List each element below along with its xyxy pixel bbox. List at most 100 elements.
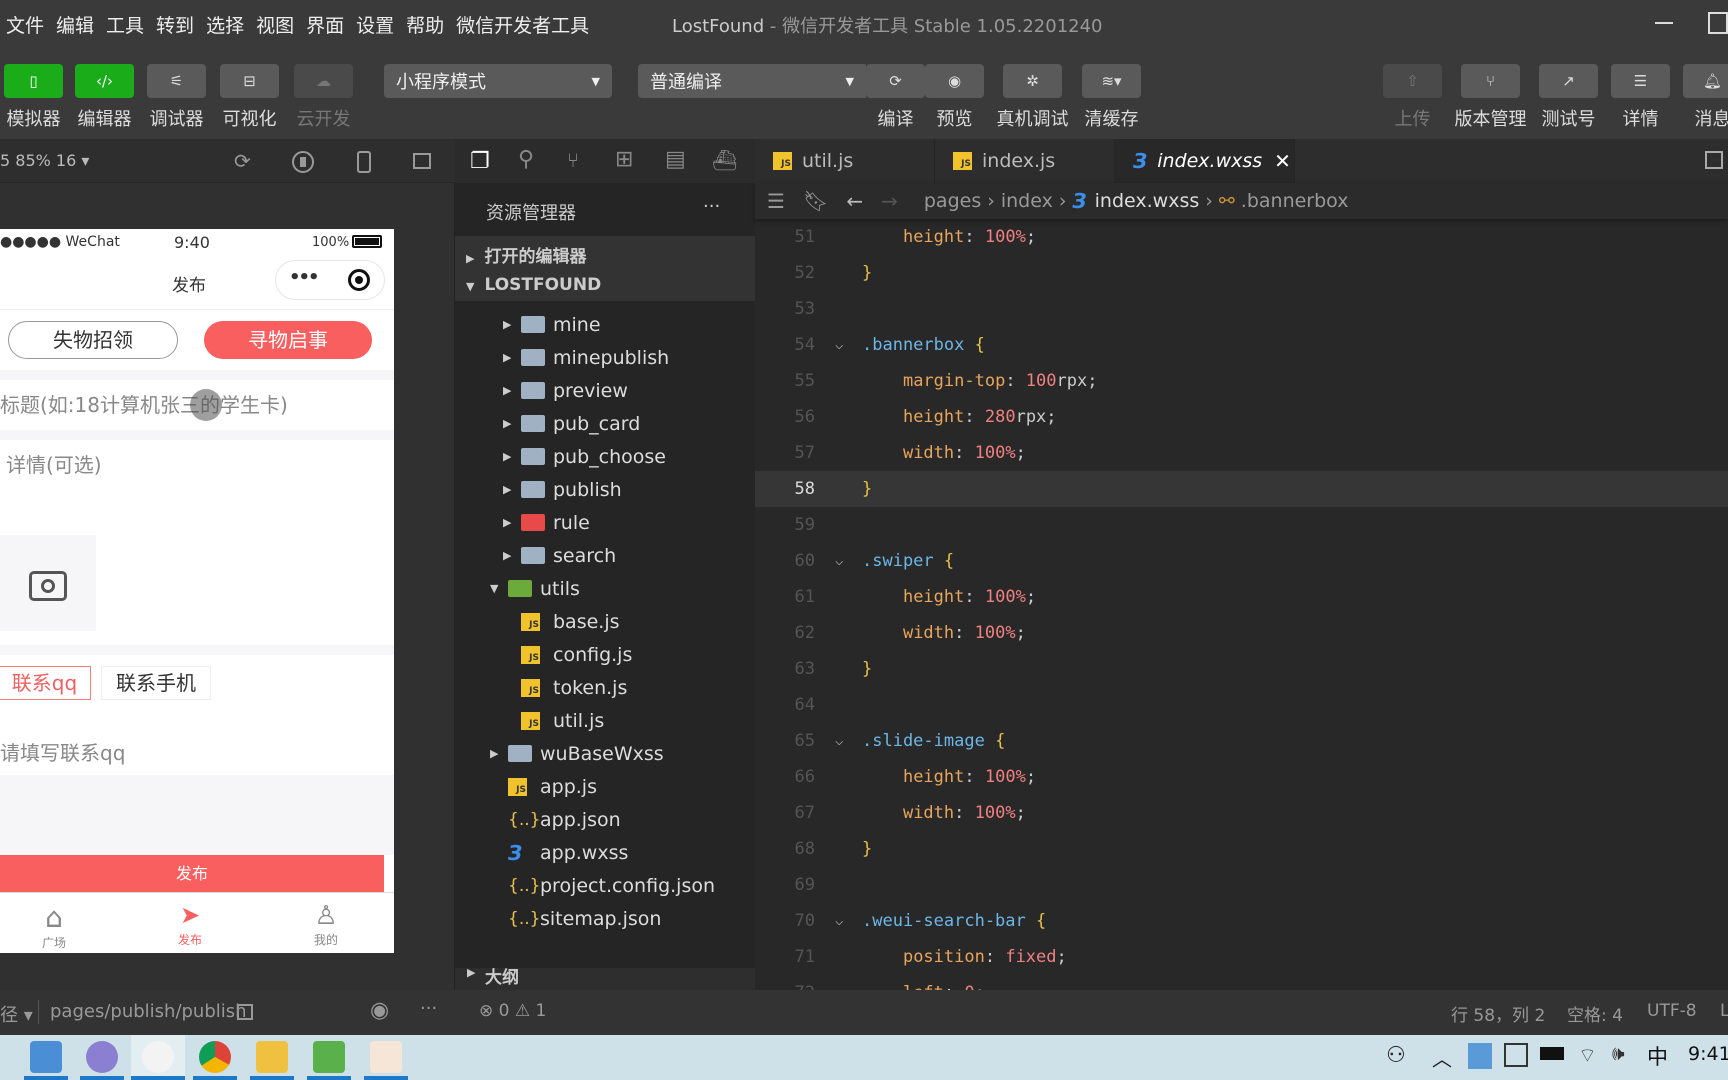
remote-desktop-icon[interactable] (30, 1041, 62, 1073)
code-line[interactable]: 65 ⌵ .slide-image { (755, 723, 1728, 759)
code-line[interactable]: 70 ⌵ .weui-search-bar { (755, 903, 1728, 939)
code-line[interactable]: 55 margin-top: 100rpx; (755, 363, 1728, 399)
menu-item[interactable]: 选择 (200, 11, 250, 38)
tree-item[interactable]: ▶ minepublish (455, 341, 755, 374)
tab-lost-items[interactable]: 失物招领 (8, 321, 178, 359)
tabbar-square[interactable]: ⌂ 广场 (34, 901, 74, 951)
branch-button[interactable]: ⑂ (1461, 64, 1520, 98)
input-method[interactable]: 中 (1647, 1041, 1668, 1071)
minimize-button[interactable] (1655, 22, 1673, 24)
copy-icon[interactable] (237, 1004, 253, 1020)
close-miniprogram-icon[interactable] (348, 269, 370, 291)
search-icon[interactable]: ⚲ (518, 147, 534, 172)
tab-seeking-items[interactable]: 寻物启事 (204, 321, 372, 359)
code-line[interactable]: 62 width: 100%; (755, 615, 1728, 651)
menu-item[interactable]: 帮助 (400, 11, 450, 38)
fold-chevron-icon[interactable]: ⌵ (835, 913, 843, 929)
code-line[interactable]: 56 height: 280rpx; (755, 399, 1728, 435)
layers-button[interactable]: ≋▾ (1082, 64, 1141, 98)
code-line[interactable]: 68} (755, 831, 1728, 867)
tree-item[interactable]: JS util.js (455, 704, 755, 737)
project-section[interactable]: ▼ LOSTFOUND (466, 275, 601, 295)
tree-item[interactable]: ▶ wuBaseWxss (455, 737, 755, 770)
bell-button[interactable]: 🔔︎ (1683, 64, 1728, 98)
code-line[interactable]: 59 (755, 507, 1728, 543)
encoding[interactable]: UTF-8 (1647, 1001, 1697, 1021)
breadcrumb-item[interactable]: .bannerbox (1241, 190, 1349, 212)
breadcrumb-item[interactable]: pages (924, 190, 981, 212)
fold-chevron-icon[interactable]: ⌵ (835, 337, 843, 353)
bug-button[interactable]: ✲ (1003, 64, 1062, 98)
tree-item[interactable]: JS app.js (455, 770, 755, 803)
indentation[interactable]: 空格: 4 (1567, 1001, 1623, 1026)
mode-select[interactable]: 小程序模式 ▼ (384, 64, 612, 98)
tree-item[interactable]: ▶ preview (455, 374, 755, 407)
code-line[interactable]: 63} (755, 651, 1728, 687)
tree-item[interactable]: ▶ search (455, 539, 755, 572)
record-icon[interactable] (292, 151, 314, 173)
tabbar-publish[interactable]: ➤ 发布 (170, 901, 210, 948)
clock[interactable]: 9:41 (1688, 1043, 1728, 1065)
code-line[interactable]: 66 height: 100%; (755, 759, 1728, 795)
dolphin-app-icon[interactable] (86, 1041, 118, 1073)
fold-chevron-icon[interactable]: ⌵ (835, 733, 843, 749)
menu-item[interactable]: 工具 (100, 11, 150, 38)
tree-item[interactable]: ▶ publish (455, 473, 755, 506)
external-button[interactable]: ↗ (1539, 64, 1598, 98)
compile-select[interactable]: 普通编译 ▼ (638, 64, 866, 98)
contact-phone-tab[interactable]: 联系手机 (101, 666, 211, 700)
menu-button[interactable]: ☰ (1611, 64, 1670, 98)
rotate-icon[interactable]: ⟳ (234, 149, 251, 173)
code-line[interactable]: 61 height: 100%; (755, 579, 1728, 615)
code-line[interactable]: 54 ⌵ .bannerbox { (755, 327, 1728, 363)
tab-index-wxss[interactable]: Зindex.wxss ✕ (1115, 139, 1295, 183)
more-actions-button[interactable]: ··· (703, 196, 720, 217)
code-line[interactable]: 52} (755, 255, 1728, 291)
tabbar-mine[interactable]: ♙ 我的 (306, 901, 346, 948)
tree-item[interactable]: ▶ pub_choose (455, 440, 755, 473)
cursor-position[interactable]: 行 58，列 2 (1451, 1001, 1545, 1026)
device-icon[interactable] (357, 151, 371, 173)
eye-icon[interactable]: ◉ (370, 998, 389, 1023)
tree-item[interactable]: JS base.js (455, 605, 755, 638)
tree-item[interactable]: ▶ mine (455, 308, 755, 341)
tree-item[interactable]: ▶ rule (455, 506, 755, 539)
wifi-icon[interactable]: ⌔ (1578, 1043, 1597, 1068)
battery-icon[interactable] (1540, 1047, 1564, 1060)
layout-button[interactable]: ⊟ (220, 64, 279, 98)
menu-item[interactable]: 视图 (250, 11, 300, 38)
split-editor-icon[interactable] (1705, 151, 1723, 169)
recorder-icon[interactable] (370, 1041, 402, 1073)
people-icon[interactable]: ⚇ (1386, 1043, 1406, 1068)
maximize-button[interactable] (1708, 12, 1728, 34)
forward-icon[interactable]: → (881, 189, 898, 213)
phone-button[interactable]: ▯ (4, 64, 63, 98)
menu-item[interactable]: 微信开发者工具 (450, 11, 595, 38)
menu-item[interactable]: 编辑 (50, 11, 100, 38)
contact-input[interactable]: 请填写联系qq (0, 737, 125, 766)
zoom-select[interactable]: 5 85% 16 ▾ (0, 151, 89, 170)
code-line[interactable]: 71 position: fixed; (755, 939, 1728, 975)
eye-button[interactable]: ◉ (925, 64, 984, 98)
extensions-icon[interactable]: ⊞ (615, 147, 633, 172)
menu-item[interactable]: 界面 (300, 11, 350, 38)
docker-icon[interactable]: ⛴ (712, 148, 737, 172)
upload-button[interactable]: ⇧ (1383, 64, 1442, 98)
tree-item[interactable]: JS token.js (455, 671, 755, 704)
tree-item[interactable]: Зapp.wxss (455, 836, 755, 869)
contact-qq-tab[interactable]: 联系qq (0, 666, 91, 700)
menu-item[interactable]: 文件 (0, 11, 50, 38)
problems-indicator[interactable]: ⊗ 0 ⚠ 1 (479, 1001, 546, 1021)
outline-section[interactable]: ▶ 大纲 (455, 966, 755, 990)
show-hidden-icons[interactable]: ︿ (1432, 1043, 1452, 1072)
files-icon[interactable]: ❐ (470, 149, 490, 174)
more-icon[interactable]: ··· (420, 998, 437, 1019)
close-tab-icon[interactable]: ✕ (1274, 149, 1291, 173)
bookmark-icon[interactable]: 🔖︎ (803, 189, 828, 213)
debug-button[interactable]: ⚟ (147, 64, 206, 98)
notepad-icon[interactable] (313, 1041, 345, 1073)
code-line[interactable]: 51 height: 100%; (755, 219, 1728, 255)
tree-item[interactable]: ▼ utils (455, 572, 755, 605)
tree-item[interactable]: ▶ pub_card (455, 407, 755, 440)
menu-item[interactable]: 设置 (350, 11, 400, 38)
